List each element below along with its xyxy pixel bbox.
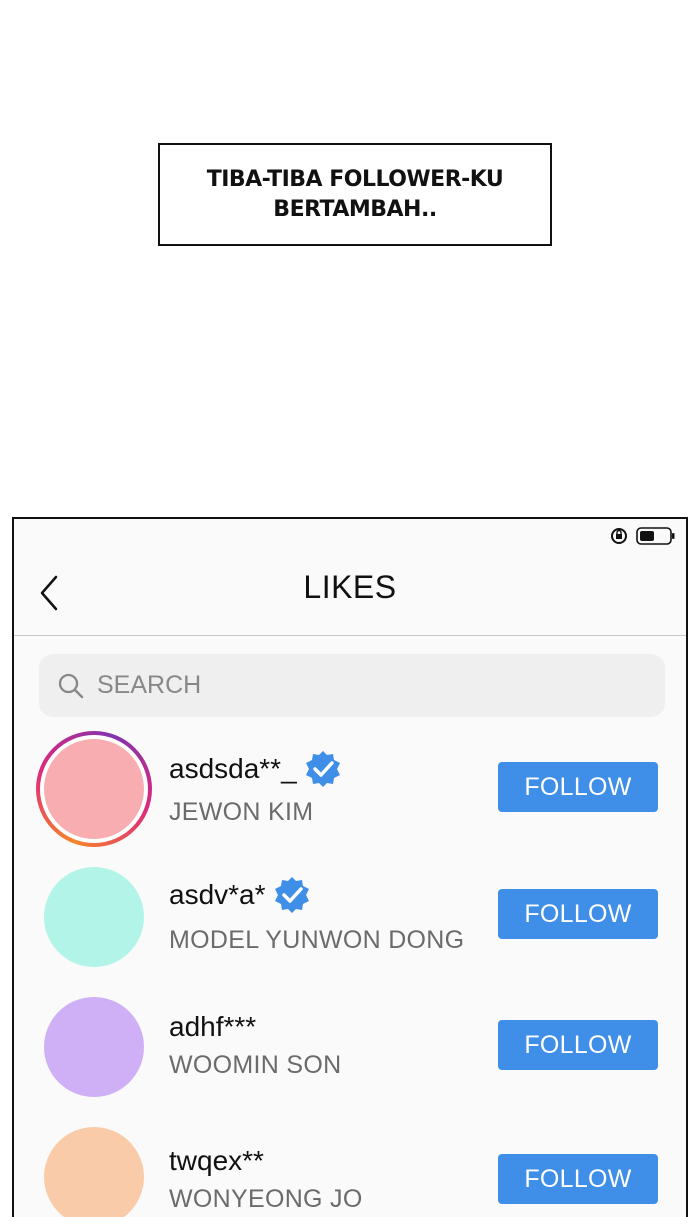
caption-text: TIBA-TIBA FOLLOWER-KU BERTAMBAH..	[206, 166, 504, 222]
verified-badge-icon	[305, 751, 340, 787]
caption-box: TIBA-TIBA FOLLOWER-KU BERTAMBAH..	[158, 143, 552, 246]
phone-screen: LIKES asdsda**_ JEWON KIM FOLLOW	[12, 517, 688, 1217]
follow-button[interactable]: FOLLOW	[498, 1020, 658, 1070]
list-item[interactable]: adhf*** WOOMIN SON FOLLOW	[14, 989, 686, 1109]
full-name: JEWON KIM	[169, 798, 314, 826]
avatar[interactable]	[36, 859, 152, 975]
follow-button[interactable]: FOLLOW	[498, 1154, 658, 1204]
follow-button[interactable]: FOLLOW	[498, 762, 658, 812]
username-text: twqex**	[169, 1145, 264, 1176]
avatar-image	[44, 997, 144, 1097]
list-item[interactable]: twqex** WONYEONG JO FOLLOW	[14, 1119, 686, 1217]
avatar[interactable]	[36, 989, 152, 1105]
username[interactable]: adhf***	[169, 1011, 256, 1043]
list-item[interactable]: asdv*a* MODEL YUNWON DONG FOLLOW	[14, 859, 686, 979]
header: LIKES	[14, 549, 686, 636]
list-item[interactable]: asdsda**_ JEWON KIM FOLLOW	[14, 731, 686, 851]
search-input[interactable]	[95, 670, 599, 701]
search-bar[interactable]	[39, 654, 665, 717]
full-name: MODEL YUNWON DONG	[169, 926, 465, 954]
avatar-image	[44, 1127, 144, 1217]
username-text: asdv*a*	[169, 879, 266, 910]
username-text: adhf***	[169, 1011, 257, 1042]
search-icon	[58, 673, 84, 698]
battery-icon	[636, 527, 675, 545]
page-title: LIKES	[303, 569, 397, 605]
avatar-image	[44, 739, 144, 839]
username[interactable]: asdsda**_	[169, 749, 343, 789]
status-bar	[610, 527, 676, 545]
username[interactable]: twqex**	[169, 1145, 264, 1177]
full-name: WOOMIN SON	[169, 1051, 342, 1079]
follow-button[interactable]: FOLLOW	[498, 889, 658, 939]
rotation-lock-icon	[611, 528, 627, 544]
avatar[interactable]	[36, 731, 152, 847]
avatar-image	[44, 867, 144, 967]
verified-badge-icon	[274, 877, 309, 913]
username-text: asdsda**_	[169, 753, 297, 784]
avatar[interactable]	[36, 1119, 152, 1217]
username[interactable]: asdv*a*	[169, 875, 312, 915]
